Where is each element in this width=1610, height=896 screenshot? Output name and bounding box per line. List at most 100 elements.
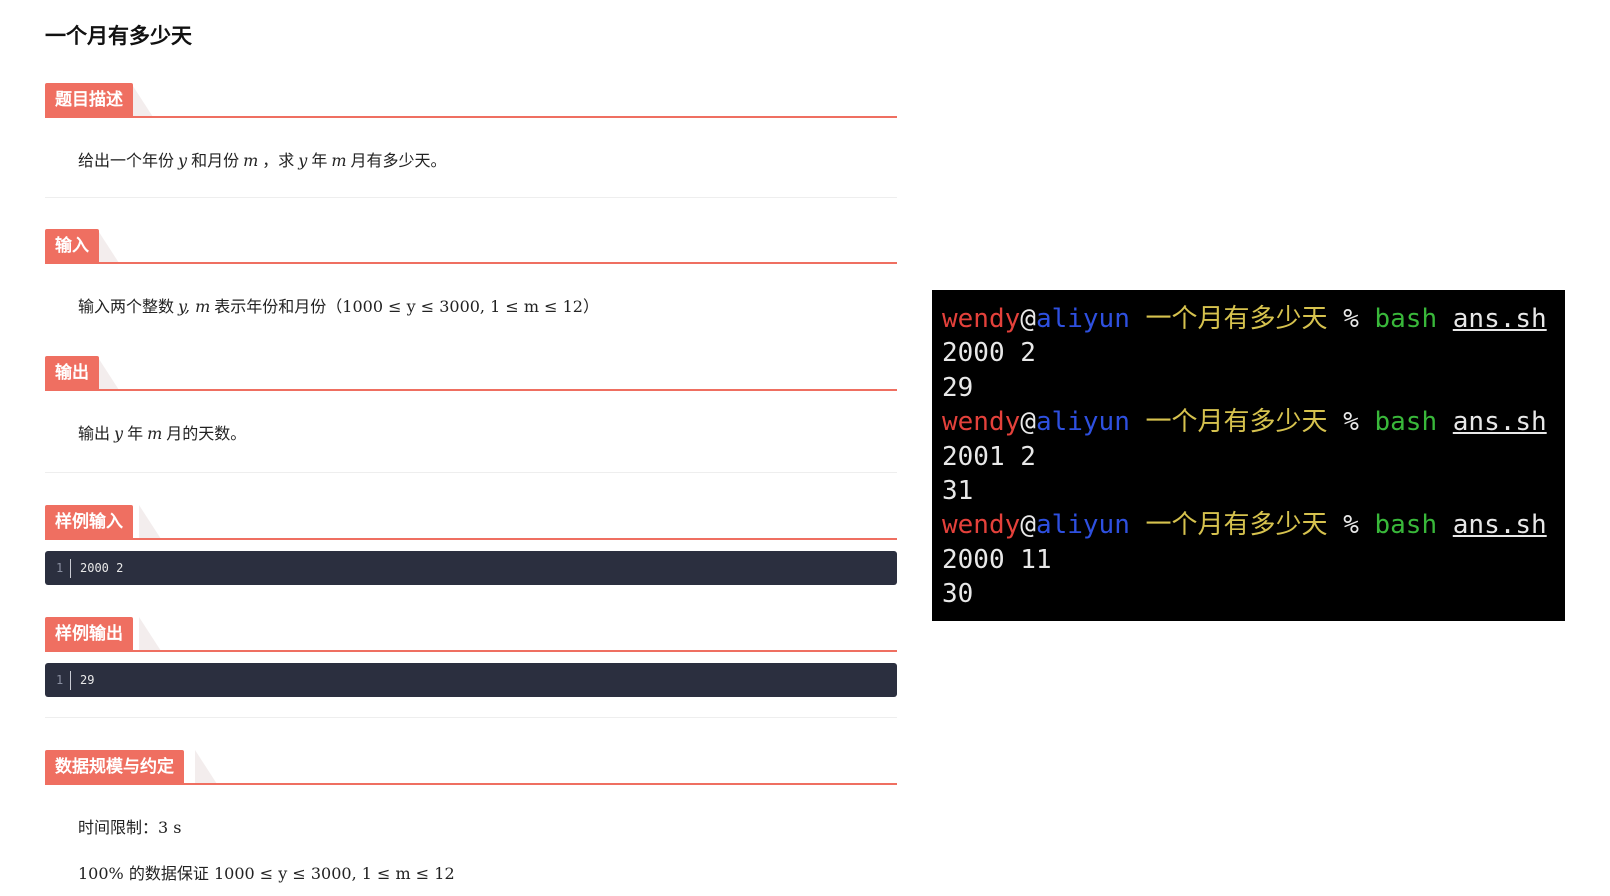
prompt-at: @	[1020, 407, 1036, 438]
terminal-input-line: 2001 2	[942, 441, 1036, 472]
guarantee-pct: 100%	[78, 864, 124, 883]
terminal-prompt-line: wendy@aliyun 一个月有多少天 % bash ans.sh	[942, 405, 1565, 439]
terminal-screenshot: wendy@aliyun 一个月有多少天 % bash ans.sh 2000 …	[932, 290, 1565, 621]
prompt-argument: ans.sh	[1452, 304, 1547, 334]
section-heading: 输出	[45, 356, 99, 390]
math-y: y	[178, 151, 188, 170]
code-line: 2000 2	[80, 561, 124, 575]
math-m: m	[147, 424, 163, 443]
section-header: 样例输入	[45, 505, 897, 541]
prompt-symbol: %	[1343, 510, 1359, 541]
description-text: 给出一个年份 y 和月份 m ，求 y 年 m 月有多少天。	[45, 119, 897, 171]
line-number: 1	[56, 673, 64, 687]
input-text-b: 表示年份和月份	[214, 297, 327, 316]
prompt-host: aliyun	[1035, 304, 1130, 334]
prompt-dir: 一个月有多少天	[1145, 304, 1328, 334]
prompt-symbol: %	[1343, 304, 1359, 334]
input-text-a: 输入两个整数	[78, 297, 175, 316]
tab-shadow	[139, 505, 161, 539]
math-m: m	[331, 151, 347, 170]
prompt-argument: ans.sh	[1452, 407, 1547, 438]
section-underline	[45, 650, 897, 652]
section-heading: 样例输入	[45, 505, 133, 539]
section-underline	[45, 116, 897, 118]
prompt-command: bash	[1374, 407, 1438, 438]
divider	[45, 717, 897, 718]
desc-text-d: 年	[311, 151, 328, 170]
section-input: 输入 输入两个整数 y, m 表示年份和月份（1000 ≤ y ≤ 3000, 1 …	[45, 229, 897, 317]
prompt-command: bash	[1374, 304, 1438, 334]
section-header: 输入	[45, 229, 897, 265]
section-heading: 题目描述	[45, 83, 133, 117]
time-limit-value: 3 s	[158, 818, 182, 837]
output-text-b: 年	[127, 424, 144, 443]
math-m: m	[243, 151, 259, 170]
prompt-user: wendy	[942, 304, 1021, 334]
section-underline	[45, 262, 897, 264]
desc-text-c: ，求	[262, 151, 295, 170]
prompt-symbol: %	[1343, 407, 1359, 438]
prompt-host: aliyun	[1035, 407, 1130, 438]
desc-text-a: 给出一个年份	[78, 151, 175, 170]
line-number: 1	[56, 561, 64, 575]
section-header: 数据规模与约定	[45, 750, 897, 786]
tab-shadow	[131, 83, 153, 117]
guarantee-text: 的数据保证	[128, 864, 209, 883]
tab-shadow	[195, 750, 217, 784]
gutter-bar	[70, 559, 71, 578]
tab-shadow	[97, 229, 119, 263]
prompt-command: bash	[1374, 510, 1438, 541]
prompt-dir: 一个月有多少天	[1145, 407, 1328, 438]
prompt-host: aliyun	[1035, 510, 1130, 541]
terminal-output-line: 30	[942, 579, 974, 610]
section-sample-input: 样例输入 1 2000 2	[45, 505, 897, 585]
math-y: y	[114, 424, 124, 443]
prompt-at: @	[1020, 510, 1036, 541]
terminal-prompt-line: wendy@aliyun 一个月有多少天 % bash ans.sh	[942, 508, 1565, 542]
section-header: 题目描述	[45, 83, 897, 119]
math-vars: y, m	[178, 297, 211, 316]
output-text-a: 输出	[78, 424, 111, 443]
tab-shadow	[97, 356, 119, 390]
input-text: 输入两个整数 y, m 表示年份和月份（1000 ≤ y ≤ 3000, 1 ≤ m…	[45, 265, 897, 317]
code-line: 29	[80, 673, 95, 687]
data-guarantee: 100% 的数据保证 1000 ≤ y ≤ 3000, 1 ≤ m ≤ 12	[45, 838, 897, 884]
gutter-bar	[70, 671, 71, 690]
terminal-input-line: 2000 2	[942, 338, 1036, 369]
divider	[45, 472, 897, 473]
output-text-c: 月的天数。	[166, 424, 247, 443]
prompt-at: @	[1020, 304, 1036, 334]
section-header: 输出	[45, 356, 897, 392]
section-header: 样例输出	[45, 617, 897, 653]
page-title: 一个月有多少天	[45, 24, 192, 48]
time-limit-label: 时间限制：	[78, 818, 159, 837]
terminal-prompt-line: wendy@aliyun 一个月有多少天 % bash ans.sh	[942, 302, 1565, 336]
section-underline	[45, 538, 897, 540]
prompt-user: wendy	[942, 510, 1021, 541]
prompt-argument: ans.sh	[1452, 510, 1547, 541]
section-limits: 数据规模与约定 时间限制：3 s 100% 的数据保证 1000 ≤ y ≤ 3…	[45, 750, 897, 884]
section-description: 题目描述 给出一个年份 y 和月份 m ，求 y 年 m 月有多少天。	[45, 83, 897, 171]
section-sample-output: 样例输出 1 29	[45, 617, 897, 697]
math-y: y	[298, 151, 308, 170]
code-block[interactable]: 1 2000 2	[45, 551, 897, 585]
section-underline	[45, 783, 897, 785]
desc-text-e: 月有多少天。	[350, 151, 447, 170]
terminal-output-line: 29	[942, 372, 974, 403]
code-block[interactable]: 1 29	[45, 663, 897, 697]
terminal-output-line: 31	[942, 476, 974, 507]
terminal-input-line: 2000 11	[942, 544, 1052, 575]
section-underline	[45, 389, 897, 391]
section-heading: 样例输出	[45, 617, 133, 651]
prompt-user: wendy	[942, 407, 1021, 438]
section-output: 输出 输出 y 年 m 月的天数。	[45, 356, 897, 444]
guarantee-math: 1000 ≤ y ≤ 3000, 1 ≤ m ≤ 12	[213, 864, 455, 883]
divider	[45, 197, 897, 198]
output-text: 输出 y 年 m 月的天数。	[45, 392, 897, 444]
tab-shadow	[139, 617, 161, 651]
prompt-dir: 一个月有多少天	[1145, 510, 1328, 541]
section-heading: 输入	[45, 229, 99, 263]
desc-text-b: 和月份	[191, 151, 240, 170]
input-constraint: （1000 ≤ y ≤ 3000, 1 ≤ m ≤ 12）	[326, 297, 599, 316]
time-limit: 时间限制：3 s	[45, 786, 897, 838]
